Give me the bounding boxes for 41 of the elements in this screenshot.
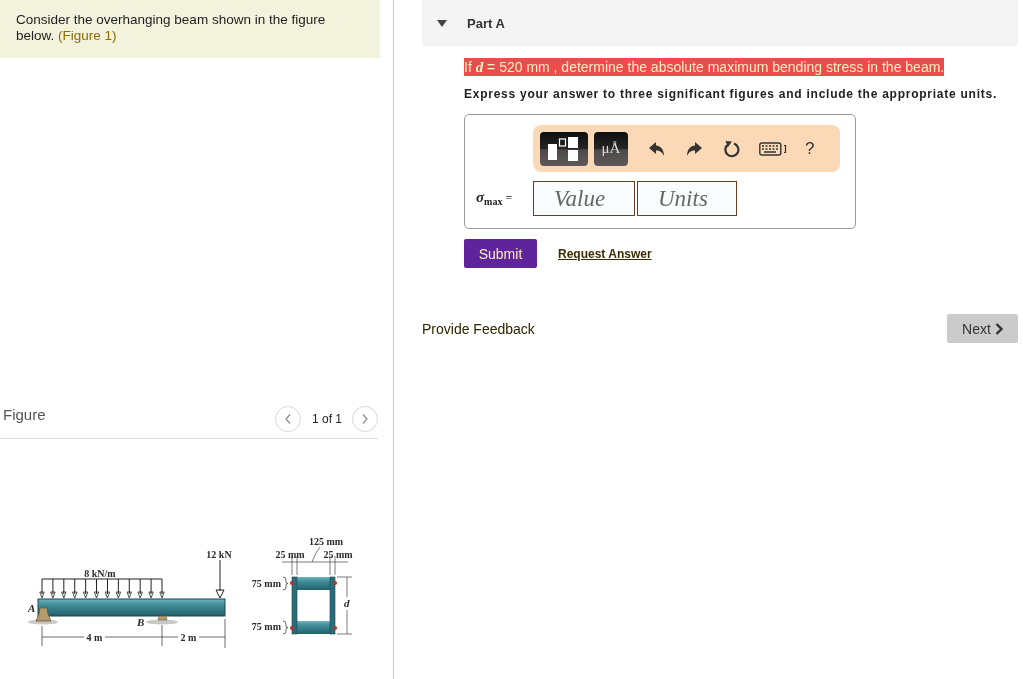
instruction-text: Express your answer to three significant figures and include the appropriate units.	[464, 86, 998, 102]
undo-button[interactable]	[649, 141, 665, 156]
dimension-label: d	[344, 597, 350, 609]
reset-icon	[723, 139, 740, 158]
part-header[interactable]: Part A	[422, 0, 1018, 46]
dimension-label: 75 mm	[251, 621, 281, 632]
part-title: Part A	[467, 15, 505, 31]
submit-button[interactable]: Submit	[464, 239, 537, 268]
undo-icon	[649, 141, 665, 156]
figure-link[interactable]: (Figure 1)	[58, 28, 117, 43]
force-label: 12 kN	[206, 549, 232, 560]
dimension-label: 2 m	[180, 631, 197, 643]
chevron-right-icon	[362, 414, 368, 424]
redo-icon	[686, 141, 702, 156]
load-label: 8 kN/m	[84, 568, 116, 579]
page-counter: 1 of 1	[311, 412, 342, 426]
template-button[interactable]	[540, 131, 588, 166]
keyboard-icon	[759, 141, 787, 156]
dimension-label: 25 mm	[323, 549, 353, 560]
next-button[interactable]: Next	[947, 314, 1018, 343]
dimension-label: 125 mm	[308, 536, 344, 547]
redo-button[interactable]	[686, 141, 702, 156]
request-answer-link[interactable]: Request Answer	[558, 246, 652, 261]
value-field[interactable]: Value	[533, 181, 635, 216]
support-label: A	[28, 602, 36, 614]
dimension-label: 4 m	[86, 631, 103, 643]
chevron-left-icon	[284, 414, 291, 424]
question-text: If d = 520 mm , determine the absolute maximum bending stress in the beam.	[464, 58, 945, 76]
help-button[interactable]: ?	[805, 138, 815, 159]
figure-title: Figure	[3, 406, 46, 423]
answer-label: σ$_{max}$ =	[476, 189, 514, 208]
chevron-right-icon	[994, 322, 1003, 335]
units-button[interactable]: μÅ	[594, 131, 628, 166]
feedback-link[interactable]: Provide Feedback	[422, 320, 535, 337]
dimension-label: 75 mm	[251, 578, 281, 589]
units-field[interactable]: Units	[637, 181, 737, 216]
support-label: B	[137, 616, 145, 628]
dimension-label: 25 mm	[275, 549, 305, 560]
reset-button[interactable]	[723, 139, 740, 158]
problem-statement: Consider the overhanging beam shown in the figure below. (Figure 1)	[16, 12, 327, 44]
keyboard-button[interactable]	[759, 141, 787, 156]
